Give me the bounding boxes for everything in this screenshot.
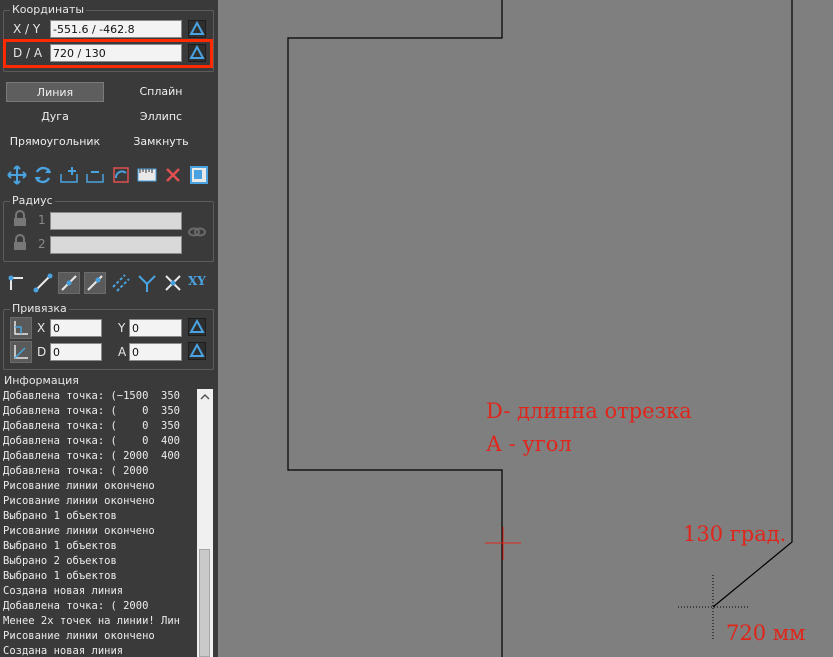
- rotate-icon[interactable]: [32, 164, 54, 186]
- log-line: Добавлена точка: (−1500 350: [3, 390, 181, 402]
- delete-icon[interactable]: [162, 164, 184, 186]
- da-delta-button[interactable]: [188, 44, 206, 62]
- arc-tool-button[interactable]: Дуга: [6, 107, 104, 127]
- info-log[interactable]: Добавлена точка: (−1500 350 Добавлена точ…: [3, 389, 197, 657]
- log-line: Добавлена точка: ( 0 350: [3, 405, 181, 417]
- log-line: Менее 2х точек на линии! Лин: [3, 615, 181, 627]
- snap-midpoint-icon[interactable]: [58, 272, 80, 294]
- snap-x-field[interactable]: 0: [50, 319, 102, 337]
- log-line: Создана новая линия: [3, 645, 124, 657]
- xy-delta-button[interactable]: [188, 20, 206, 38]
- snap-perpendicular-icon[interactable]: [136, 272, 158, 294]
- lock-icon: [12, 234, 28, 252]
- snap-parallel-icon[interactable]: [110, 272, 132, 294]
- delta-icon: [189, 44, 205, 59]
- snap-a-label: A: [118, 345, 127, 359]
- link-icon[interactable]: [187, 222, 207, 242]
- properties-icon[interactable]: [188, 164, 210, 186]
- move-icon[interactable]: [6, 164, 28, 186]
- xy-label: X / Y: [13, 22, 41, 36]
- snap-corner-icon[interactable]: [6, 272, 28, 294]
- line-tool-button[interactable]: Линия: [6, 82, 104, 102]
- lock-icon: [12, 210, 28, 228]
- delta-icon: [189, 20, 205, 35]
- snap-xy-delta-button[interactable]: [188, 318, 206, 336]
- remove-point-icon[interactable]: [84, 164, 106, 186]
- new-line-segment: [712, 0, 793, 608]
- log-line: Рисование линии окончено: [3, 630, 155, 642]
- log-line: Выбрано 1 объектов: [3, 540, 117, 552]
- coords-group-title: Координаты: [10, 3, 87, 16]
- drawing-svg: [287, 0, 793, 657]
- snap-y-label: Y: [118, 321, 126, 335]
- annotation-d: D- длинна отрезка: [486, 399, 692, 423]
- log-line: Рисование линии окончено: [3, 495, 155, 507]
- da-field[interactable]: 720 / 130: [50, 44, 182, 62]
- scroll-thumb[interactable]: [199, 549, 210, 657]
- log-line: Добавлена точка: ( 2000: [3, 600, 174, 612]
- snap-nearest-icon[interactable]: [84, 272, 106, 294]
- shape-outline: [287, 0, 503, 657]
- snap-intersection-icon[interactable]: [162, 272, 184, 294]
- snap-line-icon[interactable]: [32, 272, 54, 294]
- rectangle-tool-button[interactable]: Прямоугольник: [6, 132, 104, 152]
- close-shape-button[interactable]: Замкнуть: [112, 132, 210, 152]
- delta-icon: [189, 342, 205, 357]
- snap-y-field[interactable]: 0: [129, 319, 182, 337]
- measure-icon[interactable]: [136, 164, 158, 186]
- add-point-icon[interactable]: [58, 164, 80, 186]
- drawing-canvas[interactable]: D- длинна отрезка А - угол 130 град. 720…: [218, 0, 833, 657]
- annotation-length: 720 мм: [726, 621, 806, 645]
- log-line: Рисование линии окончено: [3, 480, 155, 492]
- delta-icon: [189, 318, 205, 333]
- da-label: D / A: [13, 46, 43, 60]
- log-line: Создана новая линия: [3, 585, 124, 597]
- info-title: Информация: [4, 374, 79, 387]
- log-line: Добавлена точка: ( 2000: [3, 465, 149, 477]
- transform-icon[interactable]: [110, 164, 132, 186]
- radius-1-field[interactable]: [50, 212, 182, 230]
- snap-axis-icon[interactable]: [10, 317, 32, 339]
- radius-1-label: 1: [38, 213, 46, 227]
- snap-x-label: X: [37, 321, 46, 335]
- snap-d-field[interactable]: 0: [50, 343, 102, 361]
- radius-group-title: Радиус: [10, 194, 55, 207]
- log-line: Добавлена точка: ( 2000 400: [3, 450, 181, 462]
- tool-panel: Координаты X / Y -551.6 / -462.8 D / A 7…: [0, 0, 218, 657]
- snap-a-field[interactable]: 0: [129, 343, 182, 361]
- xy-field[interactable]: -551.6 / -462.8: [50, 20, 182, 38]
- snap-xy-label: XY: [188, 274, 206, 288]
- spline-tool-button[interactable]: Сплайн: [112, 82, 210, 102]
- ellipse-tool-button[interactable]: Эллипс: [112, 107, 210, 127]
- log-line: Выбрано 1 объектов: [3, 510, 117, 522]
- snap-d-label: D: [37, 345, 47, 359]
- scroll-up-arrow-icon[interactable]: [197, 389, 213, 405]
- annotation-angle: 130 град.: [683, 522, 787, 546]
- log-scrollbar[interactable]: [197, 389, 213, 657]
- annotation-a: А - угол: [486, 432, 572, 456]
- log-line: Выбрано 1 объектов: [3, 570, 117, 582]
- log-line: Рисование линии окончено: [3, 525, 155, 537]
- radius-2-field[interactable]: [50, 236, 182, 254]
- snap-da-delta-button[interactable]: [188, 342, 206, 360]
- snap-angle-icon[interactable]: [10, 341, 32, 363]
- snap-group: Привязка: [3, 302, 214, 370]
- radius-2-label: 2: [38, 237, 46, 251]
- log-line: Добавлена точка: ( 0 350: [3, 420, 181, 432]
- snap-group-title: Привязка: [10, 302, 69, 315]
- log-line: Добавлена точка: ( 0 400: [3, 435, 181, 447]
- log-line: Выбрано 2 объектов: [3, 555, 117, 567]
- cursor-crosshair: [485, 527, 521, 560]
- snap-xy-icon[interactable]: XY: [188, 274, 212, 296]
